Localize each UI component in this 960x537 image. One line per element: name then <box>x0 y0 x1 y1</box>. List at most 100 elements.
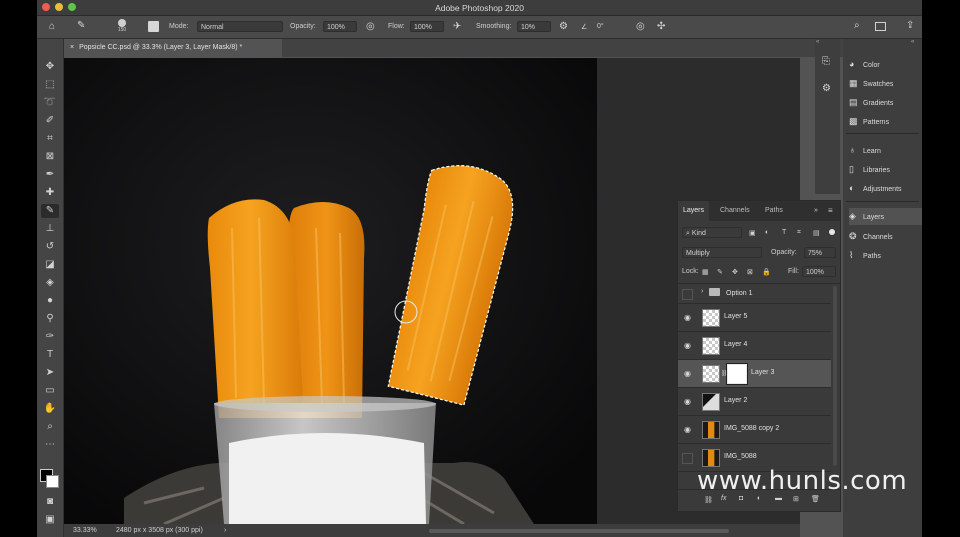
path-selection-tool-icon[interactable]: ➤ <box>41 366 59 380</box>
healing-brush-tool-icon[interactable]: ✚ <box>41 186 59 200</box>
layer-row[interactable]: ◉ IMG_5088 copy 2 <box>678 416 831 444</box>
eye-icon[interactable]: ◉ <box>682 313 693 323</box>
tab-paths[interactable]: Paths <box>760 201 788 221</box>
quick-mask-icon[interactable]: ◙ <box>41 495 59 509</box>
close-tab-icon[interactable]: × <box>70 44 74 51</box>
screen-mode-icon[interactable]: ▣ <box>41 513 59 527</box>
panel-layers[interactable]: ◈ Layers <box>849 208 922 225</box>
layer-row-group[interactable]: › Option 1 <box>678 284 831 304</box>
pressure-opacity-icon[interactable]: ◎ <box>366 22 375 32</box>
pen-tool-icon[interactable]: ✑ <box>41 330 59 344</box>
lock-artboard-icon[interactable]: ⊠ <box>747 268 753 276</box>
collapse-icon[interactable]: « <box>816 39 819 45</box>
gear-icon[interactable]: ⚙ <box>559 22 568 32</box>
panel-color[interactable]: ◕ Color <box>849 56 922 73</box>
filter-shape-icon[interactable]: ⌗ <box>797 229 801 237</box>
eye-icon[interactable]: ◉ <box>682 425 693 435</box>
chevron-right-icon[interactable]: › <box>701 288 703 295</box>
lock-transparent-icon[interactable]: ▦ <box>702 268 709 276</box>
paint-bucket-tool-icon[interactable]: ◈ <box>41 276 59 290</box>
type-tool-icon[interactable]: T <box>41 348 59 362</box>
mode-select[interactable]: Normal <box>197 21 283 32</box>
smoothing-field[interactable]: 10% <box>517 21 551 32</box>
layer-row-selected[interactable]: ◉ ⛓ Layer 3 <box>678 360 831 388</box>
horizontal-scrollbar[interactable] <box>429 529 729 533</box>
search-icon[interactable]: ⌕ <box>854 21 860 31</box>
fill-field[interactable]: 100% <box>802 266 836 277</box>
brush-tool-preset-icon[interactable]: ✎ <box>77 21 85 31</box>
blend-mode-select[interactable]: Multiply <box>682 247 762 258</box>
filter-smart-object-icon[interactable]: ▤ <box>813 229 820 237</box>
panel-menu-icon[interactable]: ≡ <box>828 206 833 215</box>
brush-tool-icon[interactable]: ✎ <box>41 204 59 218</box>
frame-tool-icon[interactable]: ⊠ <box>41 150 59 164</box>
visibility-toggle-off[interactable] <box>682 289 693 300</box>
dodge-tool-icon[interactable]: ⚲ <box>41 312 59 326</box>
layer-filter-kind-select[interactable]: ⌕ Kind <box>682 227 742 238</box>
clone-stamp-tool-icon[interactable]: ⊥ <box>41 222 59 236</box>
document-canvas[interactable] <box>64 58 597 524</box>
panel-libraries[interactable]: ▯ Libraries <box>849 161 922 178</box>
layer-row[interactable]: ◉ Layer 2 <box>678 388 831 416</box>
marquee-tool-icon[interactable]: ⬚ <box>41 78 59 92</box>
filter-type-icon[interactable]: T <box>782 229 786 236</box>
angle-value[interactable]: 0° <box>597 23 604 30</box>
zoom-tool-icon[interactable]: ⌕ <box>41 420 59 434</box>
trash-icon[interactable]: 🗑 <box>811 495 820 503</box>
rectangle-tool-icon[interactable]: ▭ <box>41 384 59 398</box>
lock-all-icon[interactable]: 🔒 <box>762 268 771 276</box>
link-layers-icon[interactable]: ⛓ <box>704 496 713 504</box>
layer-list-scrollbar[interactable] <box>833 286 837 466</box>
panel-gradients[interactable]: ▤ Gradients <box>849 94 922 111</box>
properties-panel-icon[interactable]: ⚙ <box>822 84 831 94</box>
airbrush-icon[interactable]: ✈ <box>453 22 461 32</box>
filter-toggle-icon[interactable] <box>829 229 835 235</box>
panel-patterns[interactable]: ▩ Patterns <box>849 113 922 130</box>
add-mask-icon[interactable]: ◘ <box>739 495 743 502</box>
home-icon[interactable]: ⌂ <box>49 22 55 32</box>
zoom-level[interactable]: 33.33% <box>73 527 97 534</box>
panel-paths[interactable]: ⌇ Paths <box>849 247 922 264</box>
symmetry-icon[interactable]: ✣ <box>657 22 665 32</box>
eyedropper-tool-icon[interactable]: ✒ <box>41 168 59 182</box>
eye-icon[interactable]: ◉ <box>682 369 693 379</box>
collapse-panel-icon[interactable]: » <box>814 207 818 214</box>
move-tool-icon[interactable]: ✥ <box>41 60 59 74</box>
more-tools-icon[interactable]: ⋯ <box>41 438 59 452</box>
filter-pixel-icon[interactable]: ▣ <box>749 229 756 237</box>
eye-icon[interactable]: ◉ <box>682 397 693 407</box>
hand-tool-icon[interactable]: ✋ <box>41 402 59 416</box>
tab-layers[interactable]: Layers <box>678 201 710 221</box>
eye-icon[interactable]: ◉ <box>682 341 693 351</box>
eraser-tool-icon[interactable]: ◪ <box>41 258 59 272</box>
layer-row[interactable]: ◉ Layer 4 <box>678 332 831 360</box>
background-color-swatch[interactable] <box>46 475 59 488</box>
brush-preset-picker[interactable]: 150 <box>115 18 129 36</box>
collapse-dock-icon[interactable]: « <box>911 39 914 45</box>
fx-icon[interactable]: fx <box>721 495 726 502</box>
tab-channels[interactable]: Channels <box>715 201 755 221</box>
panel-swatches[interactable]: ▦ Swatches <box>849 75 922 92</box>
new-layer-icon[interactable]: ⊞ <box>793 495 799 503</box>
blur-tool-icon[interactable]: ● <box>41 294 59 308</box>
panel-adjustments[interactable]: ◐ Adjustments <box>849 180 922 197</box>
share-icon[interactable]: ⇪ <box>906 21 914 31</box>
document-tab[interactable]: × Popsicle CC.psd @ 33.3% (Layer 3, Layer… <box>64 39 282 57</box>
new-adjustment-icon[interactable]: ◐ <box>757 495 761 502</box>
history-brush-tool-icon[interactable]: ↺ <box>41 240 59 254</box>
lasso-tool-icon[interactable]: ➰ <box>41 96 59 110</box>
panel-channels[interactable]: ❂ Channels <box>849 228 922 245</box>
lock-position-icon[interactable]: ✥ <box>732 268 738 276</box>
crop-tool-icon[interactable]: ⌗ <box>41 132 59 146</box>
layer-row[interactable]: ◉ Layer 5 <box>678 304 831 332</box>
chevron-right-icon[interactable]: › <box>224 527 226 534</box>
new-group-icon[interactable]: ▬ <box>775 495 782 502</box>
document-info[interactable]: 2480 px x 3508 px (300 ppi) <box>116 527 203 534</box>
brush-settings-icon[interactable] <box>148 21 159 32</box>
layer-opacity-field[interactable]: 75% <box>804 247 836 258</box>
visibility-toggle-off[interactable] <box>682 453 693 464</box>
flow-field[interactable]: 100% <box>410 21 444 32</box>
history-panel-icon[interactable]: ⎘ <box>822 57 830 67</box>
workspace-icon[interactable] <box>875 22 886 31</box>
panel-learn[interactable]: ♁ Learn <box>849 142 922 159</box>
